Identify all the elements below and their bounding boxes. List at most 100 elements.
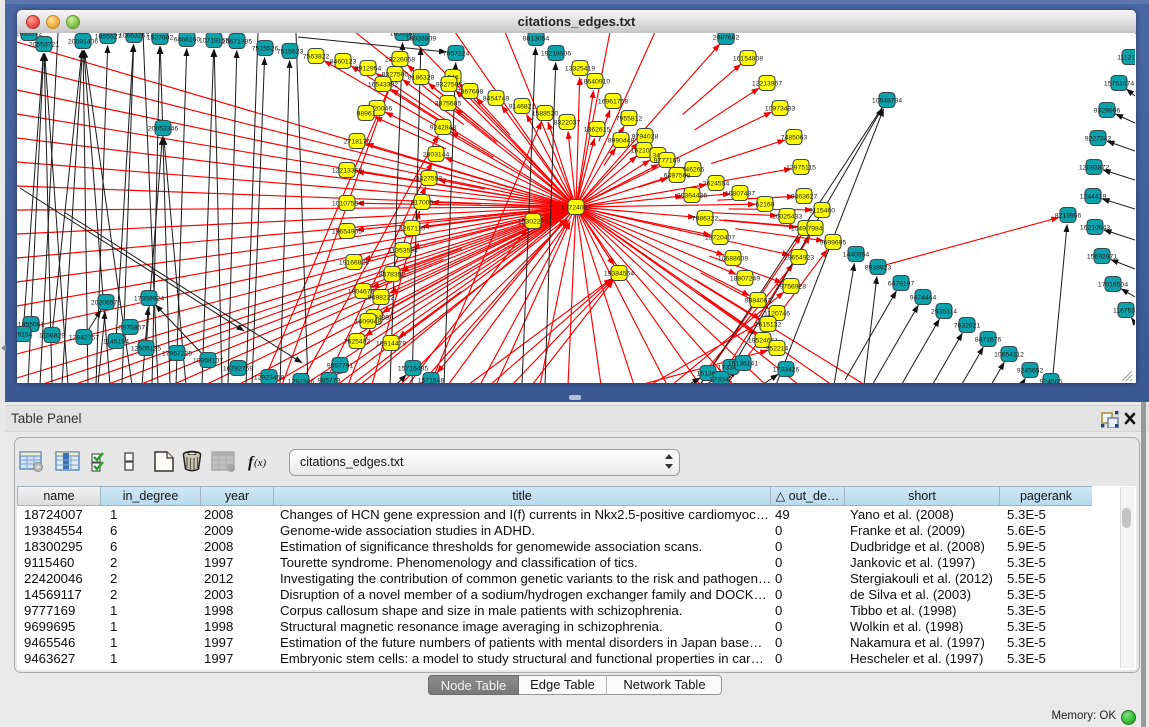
svg-text:1145194: 1145194: [103, 338, 129, 345]
svg-text:17359924: 17359924: [134, 295, 164, 302]
svg-text:20053346: 20053346: [148, 125, 178, 132]
svg-text:9794028: 9794028: [632, 133, 659, 140]
svg-text:1167533: 1167533: [1113, 307, 1135, 314]
svg-text:252214: 252214: [766, 345, 789, 352]
svg-text:12942757: 12942757: [69, 334, 99, 341]
svg-text:7515523: 7515523: [277, 48, 304, 55]
svg-text:1733426: 1733426: [773, 366, 800, 373]
svg-text:1527602: 1527602: [147, 34, 174, 41]
svg-text:7986322: 7986322: [692, 215, 719, 222]
svg-text:8578352: 8578352: [379, 271, 406, 278]
svg-text:9498222: 9498222: [368, 294, 395, 301]
svg-text:15716485: 15716485: [398, 365, 428, 372]
svg-text:20364436: 20364436: [677, 192, 707, 199]
svg-text:19756928: 19756928: [776, 283, 806, 290]
svg-text:7625402: 7625402: [344, 338, 371, 345]
svg-text:16782759: 16782759: [223, 365, 253, 372]
svg-text:9474444: 9474444: [910, 294, 937, 301]
svg-text:3875685: 3875685: [435, 100, 462, 107]
svg-text:15692971: 15692971: [1087, 253, 1117, 260]
svg-text:985779: 985779: [318, 377, 341, 383]
svg-text:9463627: 9463627: [791, 193, 818, 200]
svg-text:8454749: 8454749: [483, 95, 510, 102]
svg-text:12975115: 12975115: [786, 164, 816, 171]
svg-text:9146821: 9146821: [509, 103, 536, 110]
svg-text:18807249: 18807249: [730, 275, 760, 282]
svg-text:7632621: 7632621: [954, 322, 981, 329]
svg-text:19654923: 19654923: [784, 254, 814, 261]
svg-text:12213369: 12213369: [332, 167, 362, 174]
svg-text:8186328: 8186328: [408, 74, 435, 81]
svg-text:10654112: 10654112: [994, 351, 1024, 358]
svg-text:18724007: 18724007: [561, 204, 591, 211]
svg-text:1615132: 1615132: [755, 321, 782, 328]
svg-text:173342: 173342: [710, 376, 733, 383]
svg-text:6479197: 6479197: [888, 280, 915, 287]
svg-text:15136141: 15136141: [728, 360, 758, 367]
svg-text:8322037: 8322037: [554, 119, 581, 126]
svg-text:8427552: 8427552: [416, 175, 443, 182]
svg-text:12505135: 12505135: [131, 345, 161, 352]
svg-text:1440954: 1440954: [843, 251, 870, 258]
svg-text:8460123: 8460123: [330, 58, 357, 65]
svg-text:17957225: 17957225: [162, 350, 192, 357]
svg-text:13325419: 13325419: [565, 65, 595, 72]
svg-text:10688609: 10688609: [718, 255, 748, 262]
svg-text:8990448: 8990448: [608, 137, 635, 144]
svg-text:16543382: 16543382: [368, 81, 398, 88]
svg-text:1244419: 1244419: [1080, 193, 1107, 200]
svg-text:19384554: 19384554: [604, 270, 634, 277]
svg-text:20553721: 20553721: [29, 41, 59, 48]
svg-text:23226058: 23226058: [385, 56, 415, 63]
svg-text:12213967: 12213967: [752, 80, 782, 87]
svg-text:9699695: 9699695: [820, 239, 847, 246]
svg-text:1156829: 1156829: [39, 332, 65, 339]
svg-text:10653267: 10653267: [119, 33, 149, 39]
svg-text:6466160: 6466160: [174, 36, 201, 43]
svg-text:16961758: 16961758: [598, 98, 628, 105]
svg-text:20091406: 20091406: [68, 38, 98, 45]
svg-text:8215956: 8215956: [1055, 212, 1082, 219]
svg-text:7485063: 7485063: [781, 134, 808, 141]
svg-text:8813054: 8813054: [523, 35, 550, 42]
svg-text:19218506: 19218506: [541, 50, 571, 57]
svg-text:19166829: 19166829: [339, 259, 369, 266]
svg-text:7984: 7984: [807, 225, 822, 232]
svg-text:9777169: 9777169: [654, 157, 681, 164]
svg-text:9884067: 9884067: [745, 297, 772, 304]
svg-text:9857791: 9857791: [327, 362, 354, 369]
svg-text:9329906: 9329906: [1094, 107, 1121, 114]
svg-text:7515526: 7515526: [252, 45, 279, 52]
svg-text:15302275: 15302275: [518, 218, 548, 225]
svg-text:16210643: 16210643: [1080, 224, 1110, 231]
svg-text:(x): (x): [254, 457, 267, 469]
svg-text:16033809: 16033809: [406, 35, 436, 42]
svg-text:10975867: 10975867: [115, 324, 145, 331]
svg-text:15720407: 15720407: [705, 234, 735, 241]
svg-text:10107554: 10107554: [332, 200, 362, 207]
svg-text:9115460: 9115460: [809, 207, 835, 214]
svg-text:1292346: 1292346: [288, 378, 315, 383]
svg-text:8471676: 8471676: [975, 336, 1002, 343]
svg-text:2718176: 2718176: [344, 138, 371, 145]
svg-text:924565: 924565: [1040, 378, 1063, 383]
svg-text:7857224: 7857224: [443, 50, 470, 57]
svg-text:16914479: 16914479: [376, 340, 406, 347]
svg-text:817006: 817006: [411, 199, 434, 206]
svg-text:9245652: 9245652: [1017, 367, 1044, 374]
svg-text:7563822: 7563822: [303, 53, 330, 60]
svg-text:39154: 39154: [17, 331, 33, 338]
svg-text:11353594: 11353594: [388, 247, 418, 254]
svg-text:3267110: 3267110: [399, 225, 425, 232]
svg-text:9227342: 9227342: [1085, 135, 1112, 142]
svg-text:1588520: 1588520: [532, 110, 559, 117]
svg-text:10958107: 10958107: [193, 357, 223, 364]
svg-text:1112131: 1112131: [1117, 54, 1135, 61]
svg-text:10648784: 10648784: [872, 97, 902, 104]
svg-text:8912954: 8912954: [355, 65, 382, 72]
svg-text:98961: 98961: [357, 110, 376, 117]
svg-text:18640910: 18640910: [580, 78, 610, 85]
svg-text:19654905: 19654905: [332, 228, 362, 235]
svg-text:16671385: 16671385: [222, 38, 252, 45]
svg-text:1065527: 1065527: [95, 33, 122, 40]
